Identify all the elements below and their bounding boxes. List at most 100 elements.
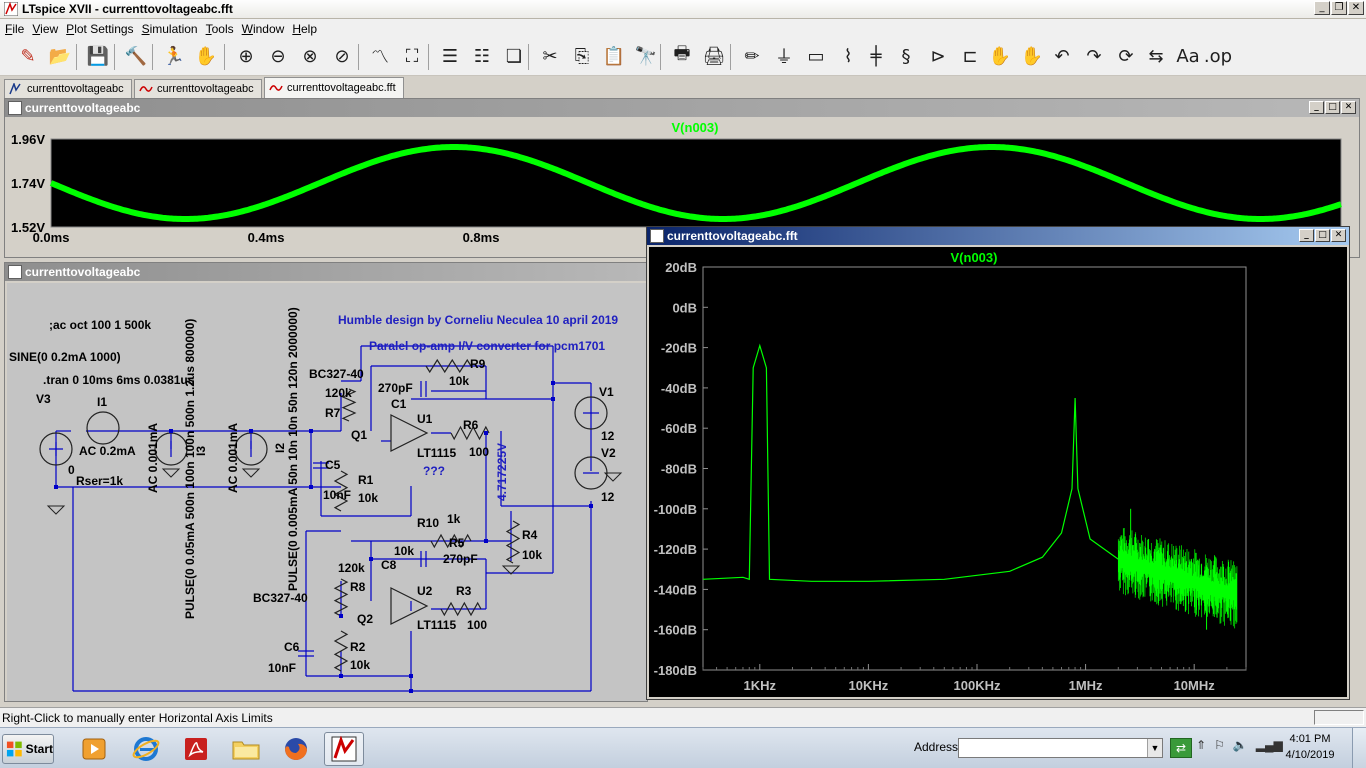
fft-plot-window: currenttovoltageabc.fft _ □ ✕ V(n003) 20d… <box>646 226 1350 700</box>
schematic-label: R8 <box>350 580 366 594</box>
tab-waveform[interactable]: currenttovoltageabc <box>134 79 262 98</box>
schematic-label: R7 <box>325 406 341 420</box>
open-icon[interactable]: 📂 <box>46 42 74 70</box>
manual-limits-icon[interactable]: ⛶ <box>398 42 426 70</box>
chevron-down-icon[interactable]: ▼ <box>1147 739 1162 757</box>
file-explorer-icon[interactable] <box>226 732 266 766</box>
paste-icon[interactable]: 📋 <box>600 42 628 70</box>
schematic-label: 100 <box>469 445 489 459</box>
text-icon[interactable]: Aa <box>1174 42 1202 70</box>
zoom-full-icon[interactable]: ⊗ <box>296 42 324 70</box>
zoom-cancel-icon[interactable]: ⊘ <box>328 42 356 70</box>
menu-bar: File View Plot Settings Simulation Tools… <box>0 19 1366 38</box>
tile-vertical-icon[interactable]: ☷ <box>468 42 496 70</box>
menu-tools[interactable]: Tools <box>203 22 237 36</box>
trace-label[interactable]: V(n003) <box>672 120 719 135</box>
menu-help[interactable]: Help <box>289 22 320 36</box>
source-spec: SINE(0 0.2mA 1000) <box>9 350 121 364</box>
schematic-label: 10k <box>522 548 542 562</box>
spice-directive-icon[interactable]: .op <box>1204 42 1232 70</box>
schematic-label: ??? <box>423 464 445 478</box>
close-button[interactable]: ✕ <box>1341 101 1356 114</box>
menu-window[interactable]: Window <box>239 22 288 36</box>
x-tick-label: 1MHz <box>1069 678 1103 693</box>
menu-plot-settings[interactable]: Plot Settings <box>63 22 136 36</box>
menu-view[interactable]: View <box>29 22 61 36</box>
tray-expand-icon[interactable]: ⇑ <box>1196 738 1206 752</box>
document-tabs: currenttovoltageabc currenttovoltageabc … <box>0 76 1366 98</box>
schematic-icon <box>9 83 21 95</box>
schematic-label: Q1 <box>351 428 367 442</box>
schematic-label: BC327-40 <box>309 367 364 381</box>
resistor-r3[interactable] <box>440 601 482 617</box>
find-icon[interactable]: 🔭 <box>632 42 660 70</box>
copy-icon[interactable]: ⎘ <box>568 42 596 70</box>
restore-button[interactable]: ❐ <box>1331 1 1347 15</box>
component-icon[interactable]: ⊏ <box>956 42 984 70</box>
control-panel-icon[interactable]: 🔨 <box>122 42 150 70</box>
autorange-icon[interactable]: 〽 <box>366 42 394 70</box>
move-icon[interactable]: ✋ <box>986 42 1014 70</box>
resistor-r4[interactable] <box>505 520 521 564</box>
schematic-label: R4 <box>522 528 538 542</box>
status-bar: Right-Click to manually enter Horizontal… <box>0 707 1366 727</box>
address-input[interactable]: ▼ <box>958 738 1163 758</box>
diode-icon[interactable]: ⊳ <box>924 42 952 70</box>
zoom-in-icon[interactable]: ⊕ <box>232 42 260 70</box>
mirror-icon[interactable]: ⇆ <box>1142 42 1170 70</box>
schematic-label: LT1115 <box>417 618 456 632</box>
save-icon[interactable]: 💾 <box>84 42 112 70</box>
resistor-icon[interactable]: ⌇ <box>834 42 862 70</box>
network-flag-icon[interactable]: ⚐ <box>1214 738 1225 752</box>
tab-schematic[interactable]: currenttovoltageabc <box>4 79 132 98</box>
print-icon[interactable]: 🖶 <box>668 42 696 70</box>
trace-label[interactable]: V(n003) <box>951 250 998 265</box>
show-desktop-button[interactable] <box>1352 728 1366 768</box>
maximize-button[interactable]: □ <box>1325 101 1340 114</box>
tab-fft[interactable]: currenttovoltageabc.fft <box>264 77 404 98</box>
go-arrow-icon[interactable]: ⇄ <box>1170 738 1192 758</box>
new-schematic-icon[interactable]: ✎ <box>14 42 42 70</box>
resistor-r2[interactable] <box>333 630 349 672</box>
undo-icon[interactable]: ↶ <box>1048 42 1076 70</box>
minimize-button[interactable]: _ <box>1309 101 1324 114</box>
x-tick-label: 1KHz <box>744 678 777 693</box>
inductor-icon[interactable]: § <box>892 42 920 70</box>
firefox-icon[interactable] <box>276 732 316 766</box>
maximize-button[interactable]: □ <box>1315 229 1330 242</box>
cascade-icon[interactable]: ❏ <box>500 42 528 70</box>
clock[interactable]: 4:01 PM 4/10/2019 <box>1280 731 1340 763</box>
menu-simulation[interactable]: Simulation <box>139 22 201 36</box>
ground-icon[interactable]: ⏚ <box>770 42 798 70</box>
resistor-r8[interactable] <box>333 578 349 617</box>
capacitor-icon[interactable]: ╪ <box>862 42 890 70</box>
media-player-icon[interactable] <box>74 732 114 766</box>
close-button[interactable]: ✕ <box>1348 1 1364 15</box>
internet-explorer-icon[interactable] <box>126 732 166 766</box>
zoom-out-icon[interactable]: ⊖ <box>264 42 292 70</box>
acrobat-icon[interactable] <box>176 732 216 766</box>
junction <box>551 397 555 401</box>
run-icon[interactable]: 🏃 <box>160 42 188 70</box>
menu-file[interactable]: File <box>2 22 27 36</box>
schematic-canvas[interactable]: ;ac oct 100 1 500k SINE(0 0.2mA 1000) .tra… <box>7 283 647 701</box>
minimize-button[interactable]: _ <box>1299 229 1314 242</box>
rotate-icon[interactable]: ⟳ <box>1112 42 1140 70</box>
tile-horizontal-icon[interactable]: ☰ <box>436 42 464 70</box>
fft-plot[interactable]: V(n003) 20dB 0dB -20dB -40dB -60dB -80dB -100dB… <box>649 247 1347 697</box>
redo-icon[interactable]: ↷ <box>1080 42 1108 70</box>
signal-icon[interactable]: ▂▄▆ <box>1256 738 1283 752</box>
x-tick-label: 10KHz <box>849 678 889 693</box>
current-source-i1[interactable] <box>86 411 120 445</box>
drag-icon[interactable]: ✋ <box>1018 42 1046 70</box>
halt-icon[interactable]: ✋ <box>192 42 220 70</box>
wire-icon[interactable]: ✏ <box>738 42 766 70</box>
print-setup-icon[interactable]: 🖨 <box>700 42 728 70</box>
label-icon[interactable]: ▭ <box>802 42 830 70</box>
ltspice-icon[interactable] <box>324 732 364 766</box>
close-button[interactable]: ✕ <box>1331 229 1346 242</box>
start-button[interactable]: Start <box>2 734 54 764</box>
volume-icon[interactable]: 🔈 <box>1233 738 1248 752</box>
minimize-button[interactable]: _ <box>1314 1 1330 15</box>
cut-icon[interactable]: ✂ <box>536 42 564 70</box>
